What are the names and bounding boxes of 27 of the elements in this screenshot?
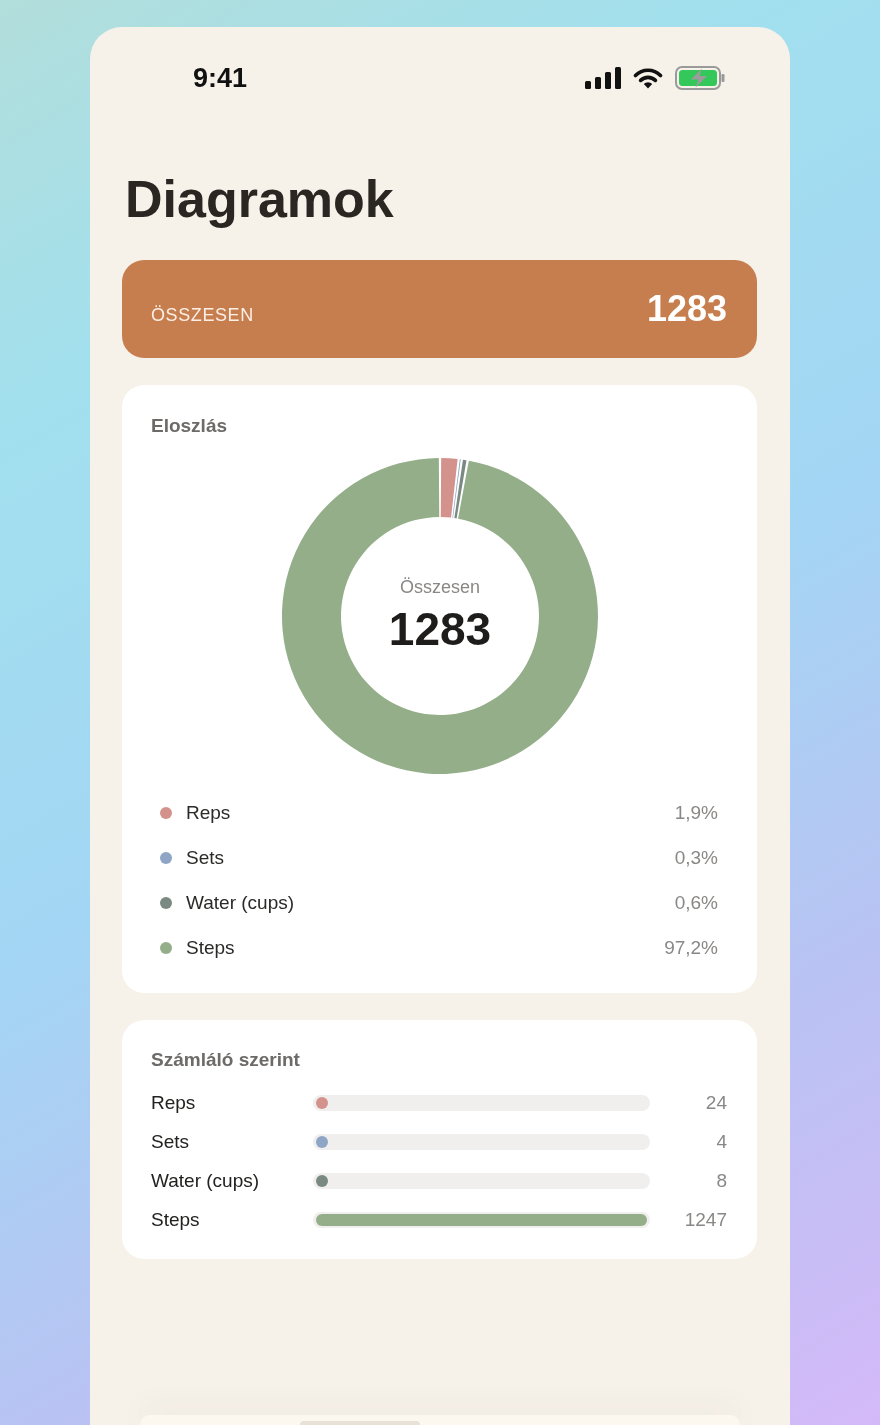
donut-center-value: 1283	[388, 602, 492, 656]
card-title: Számláló szerint	[151, 1049, 300, 1071]
total-label: ÖSSZESEN	[151, 304, 254, 326]
legend-percent: 1,9%	[674, 801, 718, 824]
legend-percent: 0,3%	[674, 846, 718, 869]
counter-value: 1247	[684, 1208, 727, 1231]
legend-label: Reps	[186, 801, 231, 824]
legend-label: Sets	[186, 846, 225, 869]
counter-value: 8	[716, 1169, 727, 1192]
page-title: Diagramok	[125, 169, 394, 229]
counter-label: Reps	[151, 1091, 196, 1114]
counter-value: 4	[716, 1130, 727, 1153]
card-title: Eloszlás	[151, 415, 228, 437]
counter-label: Water (cups)	[151, 1169, 260, 1192]
counter-value: 24	[705, 1091, 727, 1114]
legend-percent: 0,6%	[674, 891, 718, 914]
legend-label: Steps	[186, 936, 235, 959]
counter-label: Sets	[151, 1130, 190, 1153]
legend-percent: 97,2%	[664, 936, 718, 959]
battery-charging-icon	[675, 66, 725, 90]
total-value: 1283	[646, 289, 727, 329]
counter-label: Steps	[151, 1208, 200, 1231]
signal-icon	[585, 67, 621, 89]
status-time: 9:41	[193, 63, 248, 93]
legend-label: Water (cups)	[186, 891, 295, 914]
wifi-icon	[633, 67, 663, 89]
donut-center-label: Összesen	[399, 576, 480, 598]
